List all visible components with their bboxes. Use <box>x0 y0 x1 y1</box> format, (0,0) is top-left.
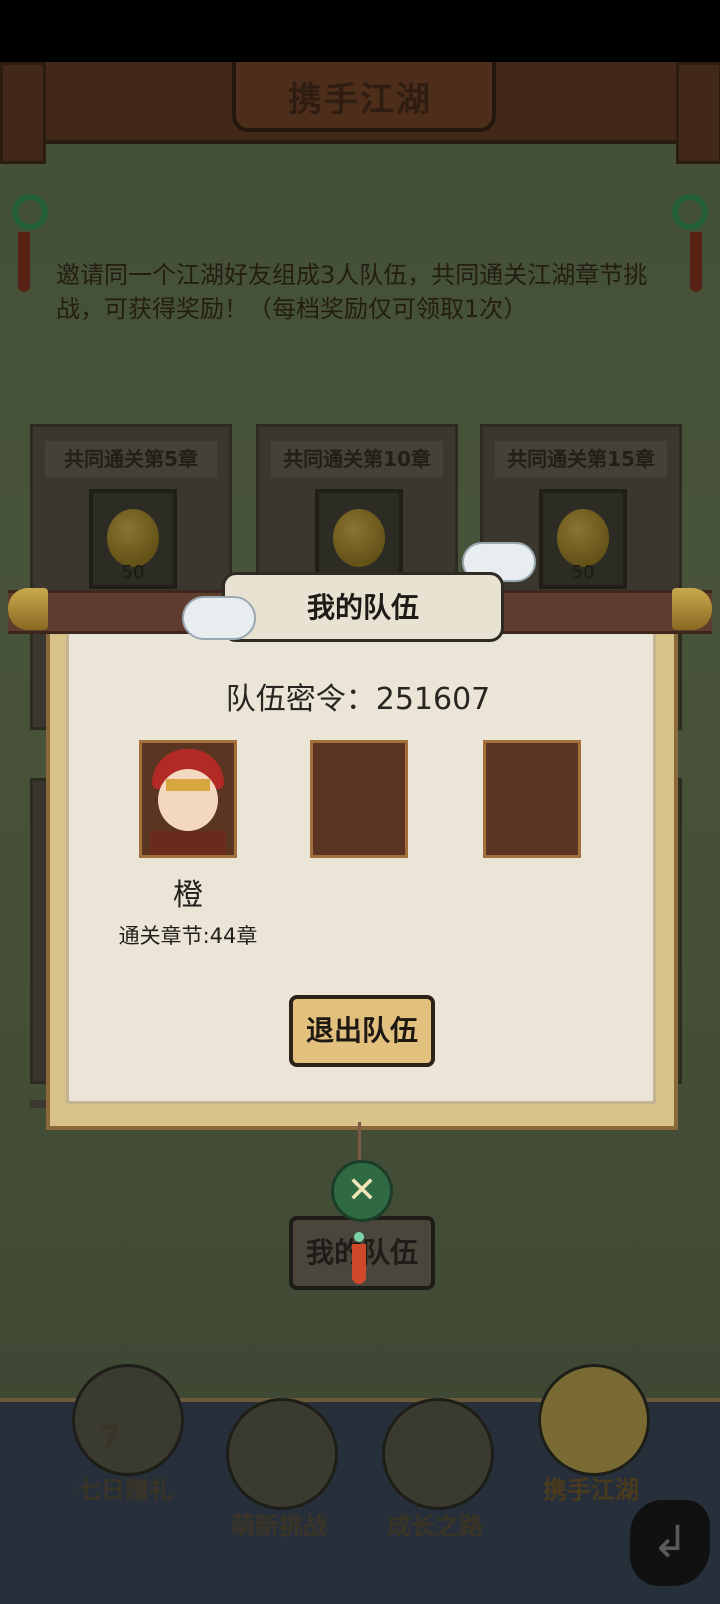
team-code: 队伍密令：251607 <box>225 682 491 717</box>
nav-item-newbie-challenge[interactable]: 萌新挑战 <box>214 1398 344 1588</box>
status-bar <box>0 0 720 62</box>
member-slot-2[interactable] <box>310 740 408 858</box>
mask-icon <box>226 1398 338 1510</box>
avatar-robe <box>150 831 226 855</box>
close-icon[interactable]: ✕ <box>331 1160 393 1222</box>
handshake-icon <box>538 1364 650 1476</box>
member-name: 橙 <box>173 878 203 913</box>
pendant-bead <box>354 1232 364 1242</box>
member-chapter: 通关章节:44章 <box>118 924 258 948</box>
day-badge: 7 <box>100 1420 121 1455</box>
back-arrow-icon[interactable]: ↲ <box>630 1500 710 1586</box>
modal-title: 我的队伍 <box>306 591 419 624</box>
book-icon <box>382 1398 494 1510</box>
pendant-cord <box>358 1122 361 1162</box>
gift-box-icon <box>72 1364 184 1476</box>
nav-item-growth-path[interactable]: 成长之路 <box>370 1398 500 1588</box>
pendant-tassel <box>352 1244 366 1284</box>
rod-cap <box>8 588 48 630</box>
rod-cap <box>672 588 712 630</box>
nav-label: 携手江湖 <box>543 1476 639 1504</box>
nav-label: 七日赠礼 <box>77 1476 173 1504</box>
exit-team-button[interactable]: 退出队伍 <box>289 995 435 1067</box>
nav-label: 萌新挑战 <box>231 1512 327 1540</box>
member-slot-1[interactable] <box>139 740 237 858</box>
nav-item-seven-day-gift[interactable]: 7 七日赠礼 <box>60 1364 190 1554</box>
member-slot-3[interactable] <box>483 740 581 858</box>
nav-label: 成长之路 <box>387 1512 483 1540</box>
avatar-crown <box>166 779 210 791</box>
